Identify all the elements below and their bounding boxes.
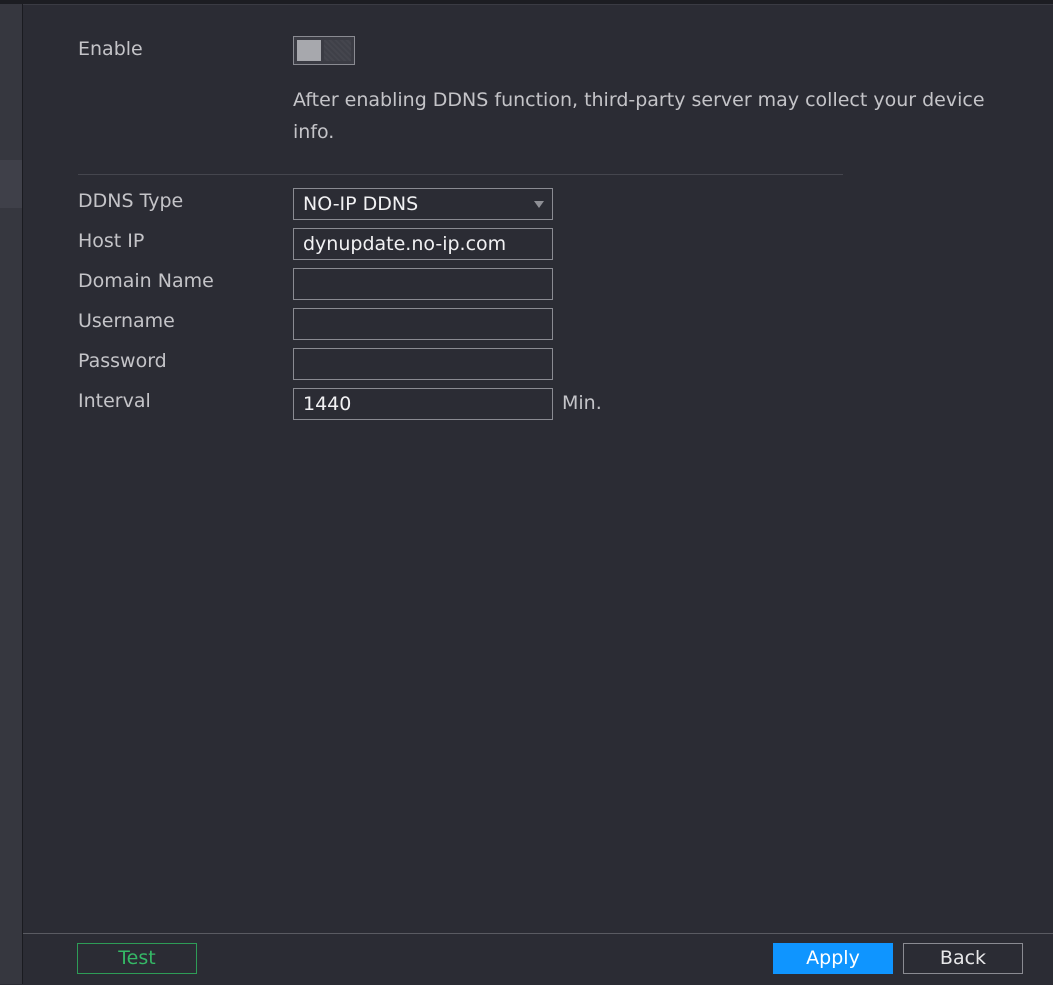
ddns-type-value: NO-IP DDNS [303, 193, 419, 215]
password-label: Password [78, 350, 167, 372]
enable-label: Enable [78, 38, 143, 60]
interval-input[interactable]: 1440 [293, 388, 553, 420]
domain-name-input[interactable] [293, 268, 553, 300]
domain-name-label: Domain Name [78, 270, 214, 292]
divider [78, 174, 843, 175]
host-ip-input[interactable]: dynupdate.no-ip.com [293, 228, 553, 260]
host-ip-label: Host IP [78, 230, 145, 252]
ddns-type-label: DDNS Type [78, 190, 184, 212]
interval-label: Interval [78, 390, 151, 412]
enable-toggle[interactable] [293, 36, 355, 65]
toggle-track [324, 40, 351, 61]
password-input[interactable] [293, 348, 553, 380]
left-rail [0, 4, 23, 984]
test-button[interactable]: Test [77, 943, 197, 974]
toggle-knob [297, 40, 321, 61]
ddns-notice: After enabling DDNS function, third-part… [293, 89, 985, 143]
apply-button[interactable]: Apply [773, 943, 893, 974]
rail-selected-marker [0, 160, 22, 208]
interval-unit: Min. [562, 392, 602, 414]
username-label: Username [78, 310, 175, 332]
back-button[interactable]: Back [903, 943, 1023, 974]
username-input[interactable] [293, 308, 553, 340]
ddns-type-select[interactable]: NO-IP DDNS [293, 188, 553, 220]
chevron-down-icon [534, 201, 544, 208]
